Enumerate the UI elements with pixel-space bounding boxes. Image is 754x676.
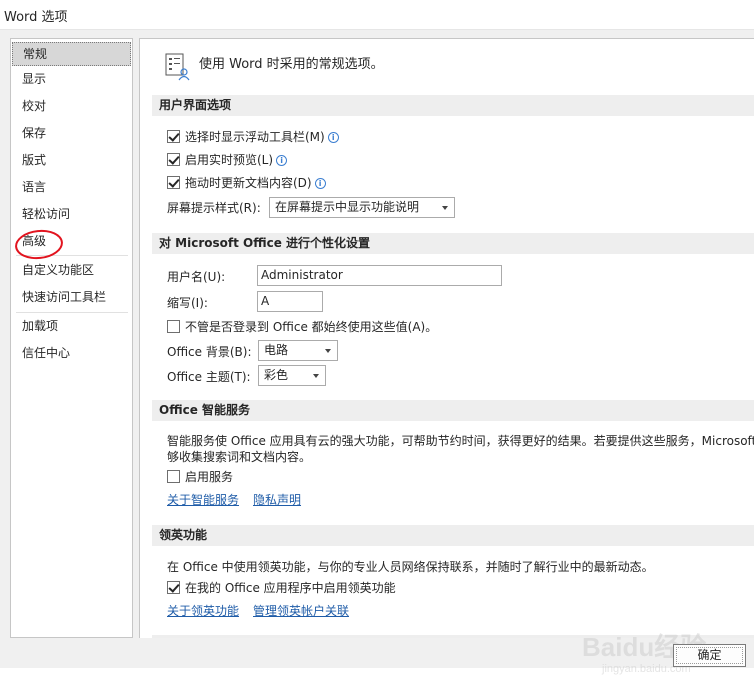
section-header-linkedin: 领英功能 [152, 525, 754, 546]
intelligent-services-description-line1: 智能服务使 Office 应用具有云的强大功能，可帮助节约时间，获得更好的结果。… [167, 434, 754, 448]
section-header-next-cutoff [152, 635, 754, 638]
page-intro-text: 使用 Word 时采用的常规选项。 [199, 57, 384, 72]
sidebar-item-add-ins[interactable]: 加载项 [12, 314, 131, 338]
enable-services-label: 启用服务 [185, 470, 234, 484]
live-preview-label: 启用实时预览(L) [185, 153, 274, 167]
mini-toolbar-option: 选择时显示浮动工具栏(M) i [185, 128, 339, 145]
screentip-style-dropdown[interactable]: 在屏幕提示中显示功能说明 [269, 197, 455, 218]
office-background-value: 电路 [264, 343, 289, 357]
username-label: 用户名(U): [167, 270, 226, 284]
always-use-values-label: 不管是否登录到 Office 都始终使用这些值(A)。 [185, 320, 438, 334]
sidebar-item-general[interactable]: 常规 [12, 42, 131, 66]
mini-toolbar-checkbox[interactable] [167, 130, 180, 143]
live-preview-checkbox[interactable] [167, 153, 180, 166]
sidebar-item-accessibility[interactable]: 轻松访问 [12, 202, 131, 226]
live-preview-option: 启用实时预览(L) i [185, 151, 288, 168]
office-theme-label: Office 主题(T): [167, 370, 251, 384]
manage-linkedin-link[interactable]: 管理领英帐户关联 [253, 602, 349, 619]
sidebar-item-proofing[interactable]: 校对 [12, 94, 131, 118]
chevron-down-icon [313, 374, 319, 378]
section-header-personalize: 对 Microsoft Office 进行个性化设置 [152, 233, 754, 254]
office-theme-dropdown[interactable]: 彩色 [258, 365, 326, 386]
sidebar-item-language[interactable]: 语言 [12, 175, 131, 199]
options-content-pane: 使用 Word 时采用的常规选项。 用户界面选项 选择时显示浮动工具栏(M) i … [139, 38, 754, 638]
username-input[interactable]: Administrator [257, 265, 502, 286]
about-intelligent-services-link[interactable]: 关于智能服务 [167, 491, 239, 508]
info-icon[interactable]: i [276, 155, 288, 166]
section-header-intelligent-services: Office 智能服务 [152, 400, 754, 421]
sidebar-item-advanced[interactable]: 高级 [12, 229, 131, 253]
screentip-style-value: 在屏幕提示中显示功能说明 [275, 200, 420, 214]
initials-label: 缩写(I): [167, 296, 208, 310]
chevron-down-icon [442, 206, 448, 210]
enable-linkedin-label: 在我的 Office 应用程序中启用领英功能 [185, 581, 396, 595]
sidebar-item-trust-center[interactable]: 信任中心 [12, 341, 131, 365]
section-header-ui-options: 用户界面选项 [152, 95, 754, 116]
sidebar-nav: 常规 显示 校对 保存 版式 语言 轻松访问 高级 自定义功能区 快速访问工具栏… [10, 38, 133, 638]
sidebar-divider [16, 312, 128, 313]
enable-services-checkbox[interactable] [167, 470, 180, 483]
office-background-label: Office 背景(B): [167, 345, 252, 359]
screentip-style-label: 屏幕提示样式(R): [167, 201, 261, 215]
about-linkedin-link[interactable]: 关于领英功能 [167, 602, 239, 619]
sidebar-divider [16, 255, 128, 256]
sidebar-item-save[interactable]: 保存 [12, 121, 131, 145]
ok-button[interactable]: 确定 [673, 644, 746, 667]
chevron-down-icon [325, 349, 331, 353]
office-theme-value: 彩色 [264, 368, 289, 382]
window-body: 常规 显示 校对 保存 版式 语言 轻松访问 高级 自定义功能区 快速访问工具栏… [0, 30, 754, 675]
office-background-dropdown[interactable]: 电路 [258, 340, 338, 361]
title-bar: Word 选项 [0, 0, 754, 30]
linkedin-description: 在 Office 中使用领英功能，与你的专业人员网络保持联系，并随时了解行业中的… [167, 560, 654, 574]
enable-linkedin-checkbox[interactable] [167, 581, 180, 594]
sidebar-item-customize-ribbon[interactable]: 自定义功能区 [12, 258, 131, 282]
info-icon[interactable]: i [327, 132, 339, 143]
update-on-drag-option: 拖动时更新文档内容(D) i [185, 174, 326, 191]
window-title: Word 选项 [4, 10, 68, 25]
privacy-statement-link[interactable]: 隐私声明 [253, 491, 301, 508]
always-use-values-checkbox[interactable] [167, 320, 180, 333]
sidebar-item-layout[interactable]: 版式 [12, 148, 131, 172]
mini-toolbar-label: 选择时显示浮动工具栏(M) [185, 130, 325, 144]
initials-input[interactable]: A [257, 291, 323, 312]
sidebar-item-display[interactable]: 显示 [12, 67, 131, 91]
sidebar-item-quick-access-toolbar[interactable]: 快速访问工具栏 [12, 285, 131, 309]
update-on-drag-checkbox[interactable] [167, 176, 180, 189]
general-options-icon [165, 53, 190, 81]
update-on-drag-label: 拖动时更新文档内容(D) [185, 176, 312, 190]
intelligent-services-description-line2: 够收集搜索词和文档内容。 [167, 450, 312, 464]
info-icon[interactable]: i [314, 178, 326, 189]
